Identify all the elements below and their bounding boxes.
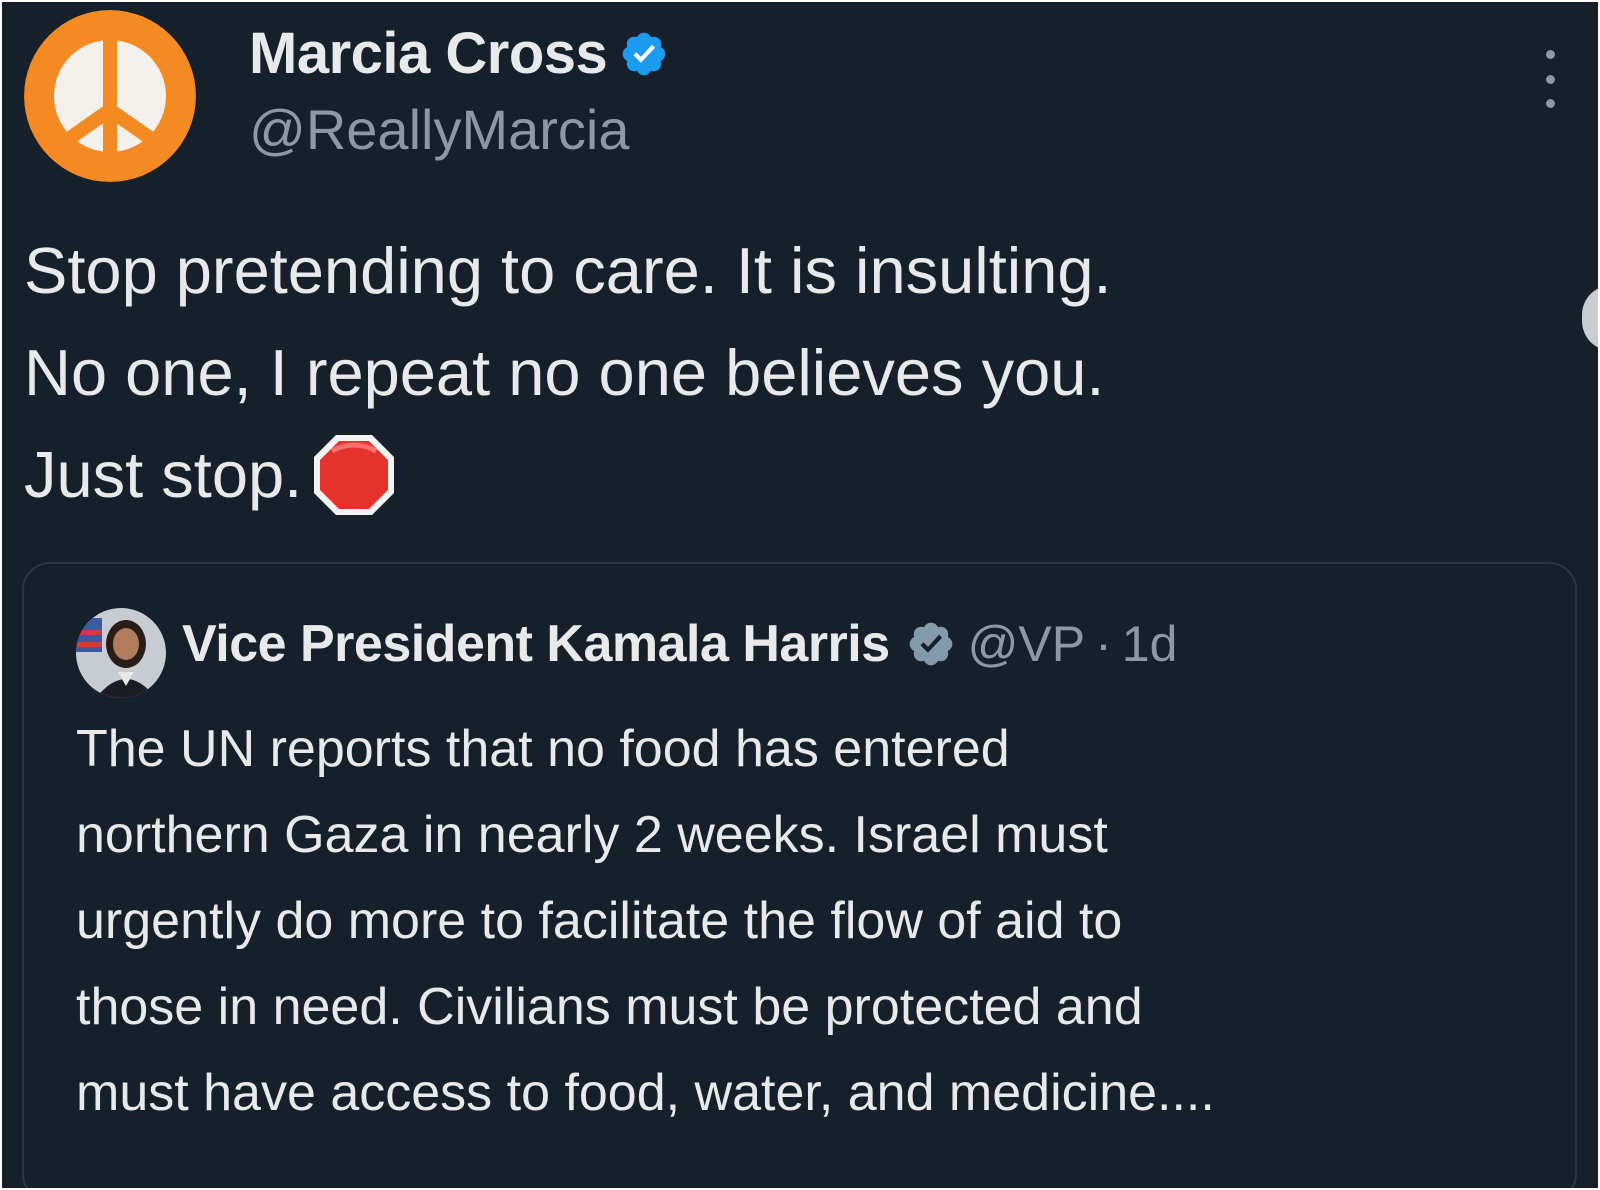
- quoted-text-line: those in need. Civilians must be protect…: [76, 978, 1143, 1036]
- tweet-text-line: Stop pretending to care. It is insulting…: [24, 234, 1112, 307]
- peace-sign-icon: [24, 10, 196, 182]
- tweet-text: Stop pretending to care. It is insulting…: [24, 220, 1564, 526]
- government-verified-badge-icon: [909, 622, 953, 666]
- quoted-author-avatar[interactable]: [76, 608, 166, 698]
- dot-icon: [1545, 50, 1555, 59]
- person-photo-icon: [76, 608, 166, 698]
- tweet-text-line: Just stop.: [24, 438, 303, 511]
- tweet-text-line: No one, I repeat no one believes you.: [24, 336, 1105, 409]
- quoted-tweet-text: The UN reports that no food has entered …: [76, 706, 1556, 1136]
- author-handle[interactable]: @ReallyMarcia: [249, 98, 630, 162]
- verified-badge-icon: [622, 32, 666, 76]
- quoted-text-line: northern Gaza in nearly 2 weeks. Israel …: [76, 806, 1108, 864]
- tweet-screenshot: Marcia Cross @ReallyMarcia Stop pretendi…: [2, 2, 1598, 1188]
- quoted-text-line: must have access to food, water, and med…: [76, 1064, 1215, 1122]
- quoted-tweet-timestamp[interactable]: 1d: [1122, 615, 1178, 673]
- quoted-tweet-header: Vice President Kamala Harris @VP · 1d: [182, 614, 1177, 674]
- side-scroll-handle[interactable]: [1582, 285, 1598, 351]
- dot-icon: [1545, 99, 1555, 108]
- header-separator: ·: [1095, 616, 1112, 672]
- quoted-text-line: The UN reports that no food has entered: [76, 720, 1010, 778]
- quoted-tweet-card[interactable]: Vice President Kamala Harris @VP · 1d Th…: [22, 562, 1577, 1188]
- dot-icon: [1545, 74, 1555, 84]
- quoted-text-line: urgently do more to facilitate the flow …: [76, 892, 1123, 950]
- quoted-author-name[interactable]: Vice President Kamala Harris: [182, 614, 890, 674]
- stop-sign-icon: [314, 435, 395, 515]
- quoted-author-handle[interactable]: @VP: [968, 615, 1085, 673]
- author-avatar[interactable]: [24, 10, 196, 182]
- author-name: Marcia Cross: [249, 21, 608, 86]
- tweet-text-line-last: Just stop.: [24, 424, 1564, 526]
- author-name-row[interactable]: Marcia Cross: [249, 22, 669, 86]
- more-options-button[interactable]: [1537, 50, 1563, 108]
